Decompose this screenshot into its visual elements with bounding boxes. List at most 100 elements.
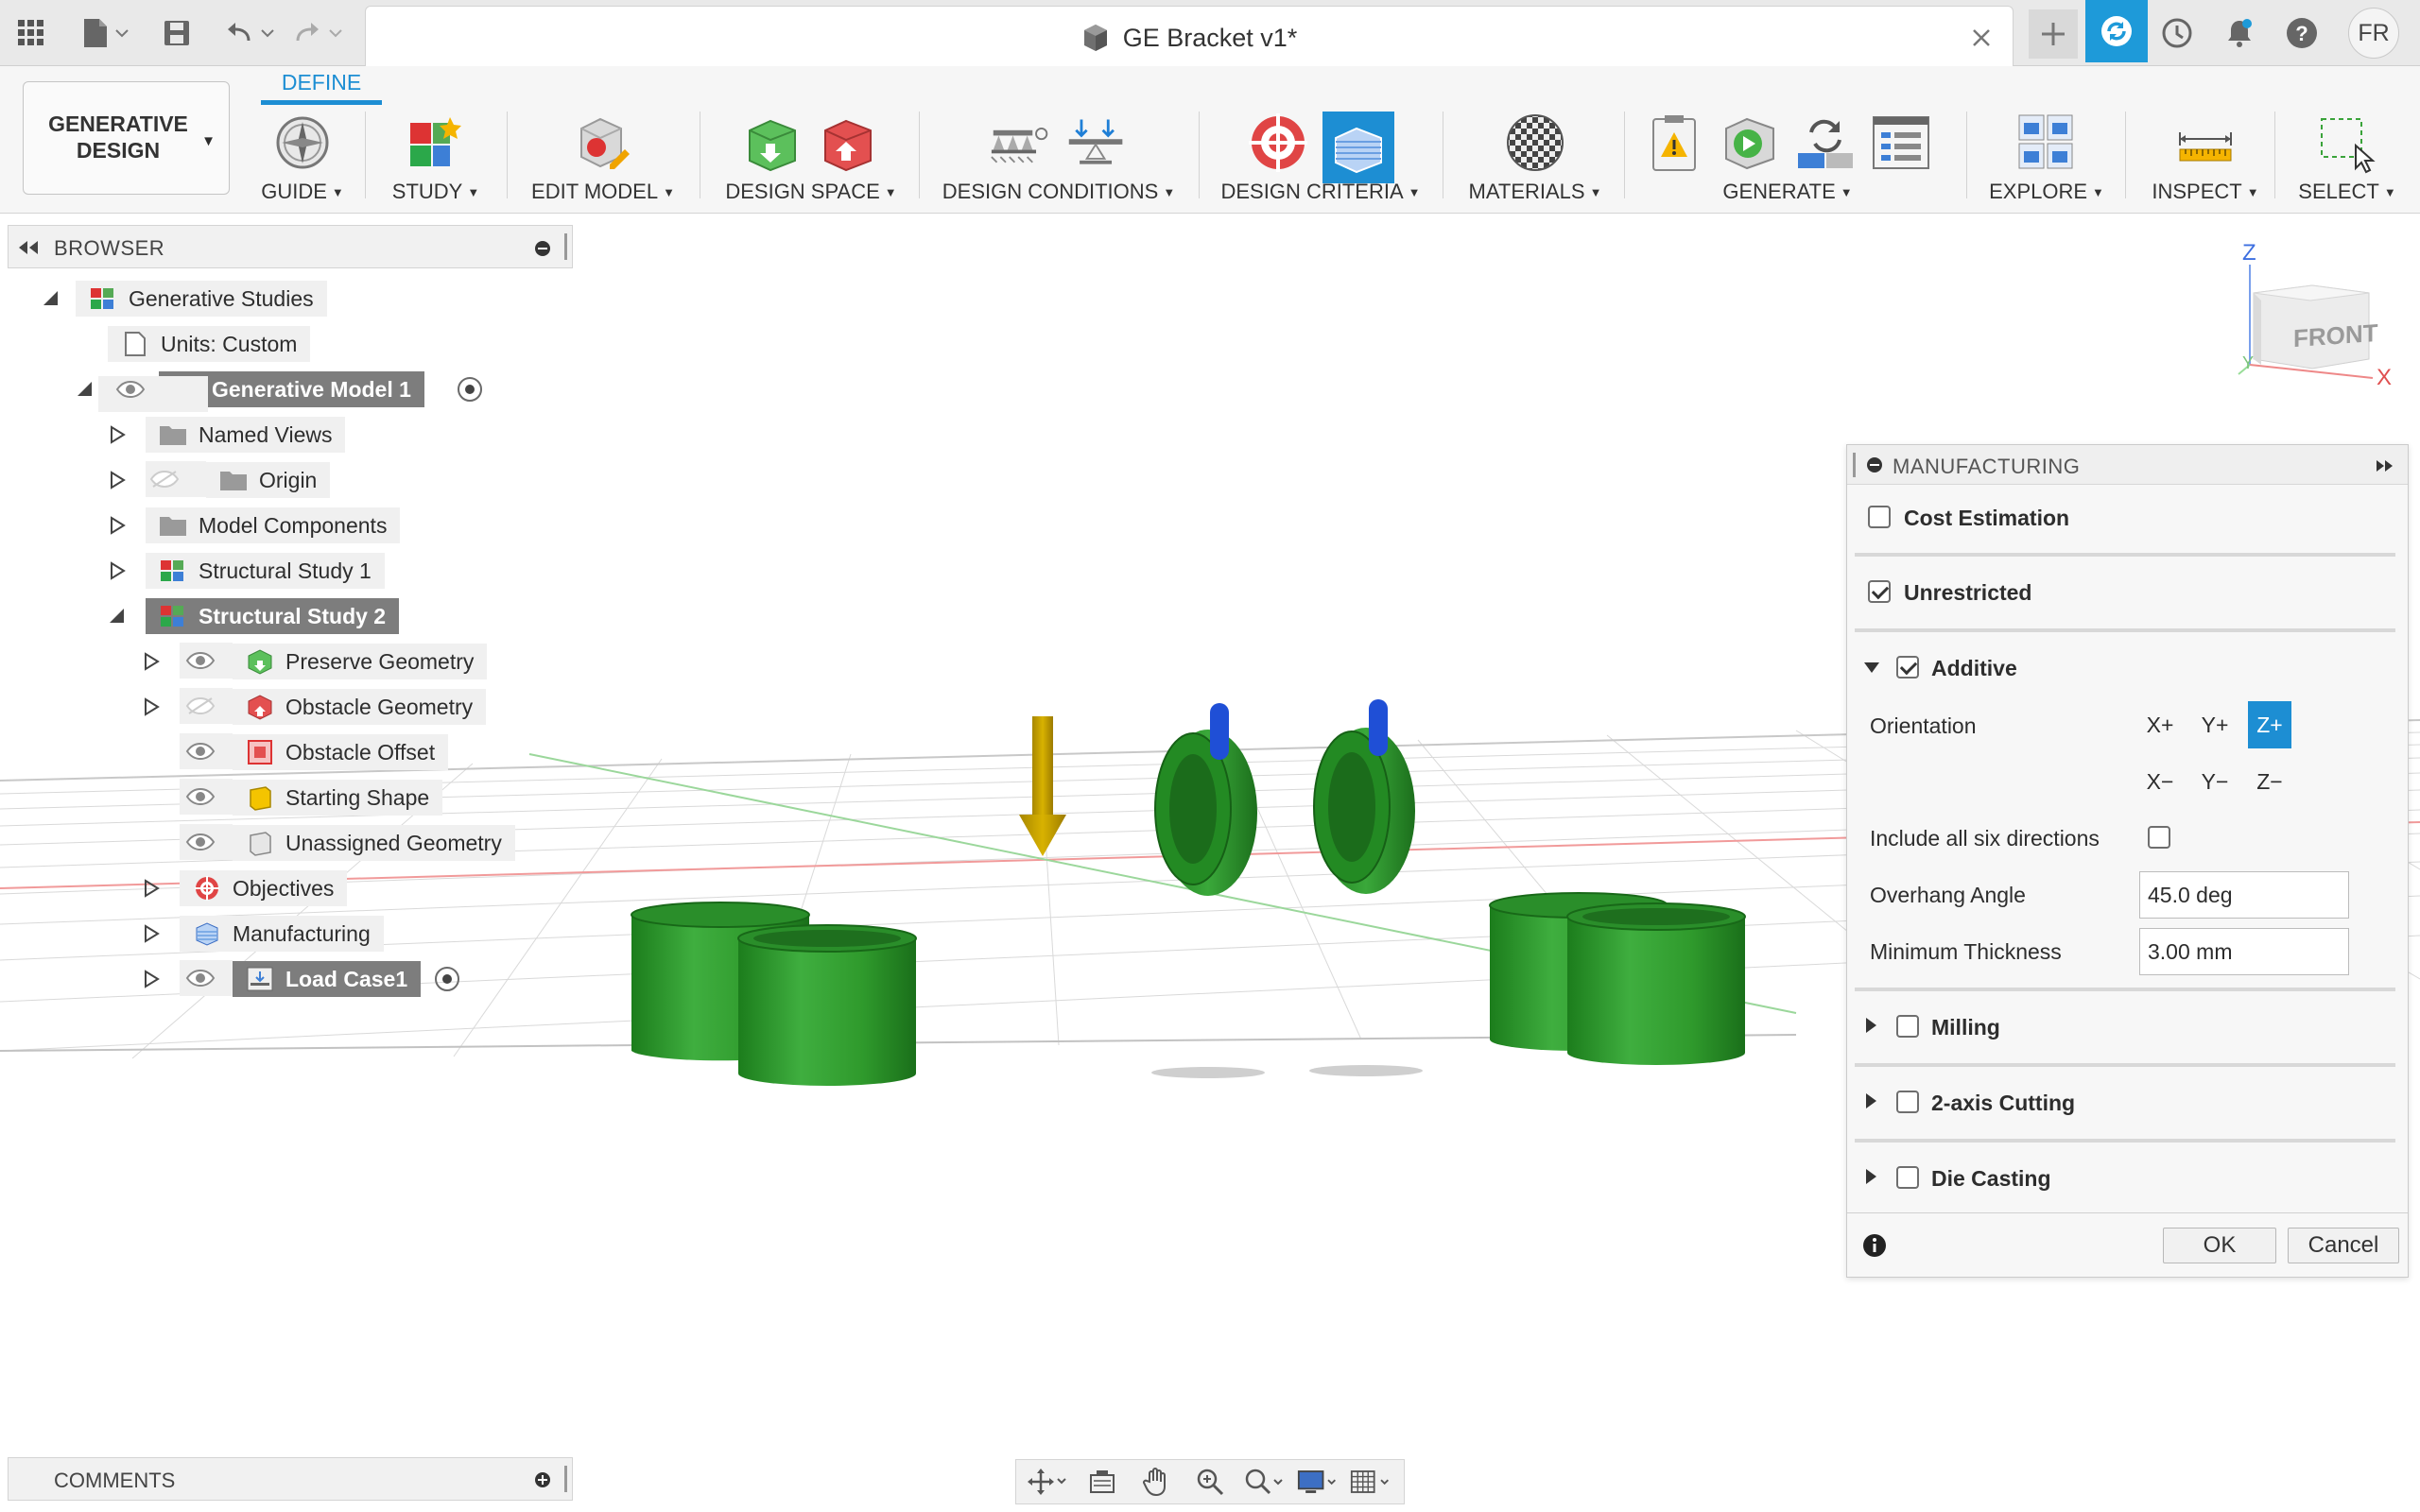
tab-define[interactable]: DEFINE bbox=[261, 66, 382, 104]
look-at-icon[interactable] bbox=[1081, 1463, 1123, 1501]
workspace-switcher-button[interactable]: GENERATIVE DESIGN ▼ bbox=[23, 81, 230, 195]
collapsed-triangle-icon[interactable] bbox=[108, 561, 127, 580]
hidden-eye-icon[interactable] bbox=[185, 696, 216, 715]
comments-panel-header[interactable]: COMMENTS bbox=[8, 1457, 573, 1501]
zoom-icon[interactable] bbox=[1189, 1463, 1231, 1501]
active-load-case-radio[interactable] bbox=[435, 967, 459, 991]
collapsed-triangle-icon[interactable] bbox=[108, 425, 127, 444]
display-settings-icon[interactable] bbox=[1297, 1463, 1339, 1501]
select-group[interactable]: SELECT ▼ bbox=[2286, 104, 2409, 214]
grid-settings-icon[interactable] bbox=[1350, 1463, 1392, 1501]
visibility-eye-icon[interactable] bbox=[185, 651, 216, 670]
orbit-icon[interactable] bbox=[1028, 1463, 1069, 1501]
collapsed-triangle-icon[interactable] bbox=[142, 697, 161, 716]
panel-grip-handle[interactable] bbox=[564, 233, 567, 260]
redo-icon[interactable] bbox=[287, 9, 354, 57]
collapsed-section-icon[interactable] bbox=[1866, 1093, 1876, 1108]
tree-item-preserve-geometry[interactable]: Preserve Geometry bbox=[142, 643, 488, 680]
collapsed-triangle-icon[interactable] bbox=[108, 471, 127, 490]
help-icon[interactable]: ? bbox=[2278, 9, 2325, 57]
design-space-group[interactable]: DESIGN SPACE ▼ bbox=[711, 104, 911, 214]
orientation-z-plus-button[interactable]: Z+ bbox=[2248, 701, 2291, 748]
minus-circle-icon[interactable] bbox=[534, 240, 551, 257]
collapsed-section-icon[interactable] bbox=[1866, 1169, 1876, 1184]
pan-hand-icon[interactable] bbox=[1135, 1463, 1177, 1501]
history-clock-icon[interactable] bbox=[2153, 9, 2201, 57]
orientation-x-minus-button[interactable]: X− bbox=[2138, 758, 2182, 805]
expand-panel-icon[interactable] bbox=[2375, 458, 2395, 473]
collapsed-triangle-icon[interactable] bbox=[142, 652, 161, 671]
cost-estimation-checkbox[interactable] bbox=[1868, 506, 1891, 528]
expanded-section-icon[interactable] bbox=[1864, 662, 1879, 673]
visibility-eye-icon[interactable] bbox=[115, 380, 146, 399]
plus-circle-icon[interactable] bbox=[534, 1471, 551, 1488]
die-casting-checkbox[interactable] bbox=[1896, 1166, 1919, 1189]
viewcube-front-face[interactable]: FRONT bbox=[2293, 318, 2378, 353]
visibility-eye-icon[interactable] bbox=[185, 969, 216, 988]
file-menu-icon[interactable] bbox=[72, 9, 138, 57]
collapsed-triangle-icon[interactable] bbox=[142, 879, 161, 898]
close-tab-icon[interactable] bbox=[1967, 24, 1996, 52]
collapsed-triangle-icon[interactable] bbox=[142, 970, 161, 988]
explore-group[interactable]: EXPLORE ▼ bbox=[1978, 104, 2116, 214]
unrestricted-checkbox[interactable] bbox=[1868, 580, 1891, 603]
overhang-angle-input[interactable]: 45.0 deg bbox=[2139, 871, 2349, 919]
panel-grip-handle[interactable] bbox=[1853, 453, 1856, 477]
minus-circle-icon[interactable] bbox=[1866, 456, 1883, 473]
new-tab-plus-icon[interactable] bbox=[2029, 9, 2078, 59]
undo-icon[interactable] bbox=[219, 9, 285, 57]
tree-item-obstacle-geometry[interactable]: Obstacle Geometry bbox=[142, 688, 487, 726]
additive-checkbox[interactable] bbox=[1896, 656, 1919, 679]
collapsed-section-icon[interactable] bbox=[1866, 1018, 1876, 1033]
visibility-eye-icon[interactable] bbox=[185, 787, 216, 806]
panel-grip-handle[interactable] bbox=[564, 1466, 567, 1492]
design-criteria-group[interactable]: DESIGN CRITERIA ▼ bbox=[1210, 104, 1431, 214]
orientation-z-minus-button[interactable]: Z− bbox=[2248, 758, 2291, 805]
viewcube[interactable]: FRONT Z X Y bbox=[2231, 240, 2411, 401]
user-avatar[interactable]: FR bbox=[2348, 8, 2399, 59]
tree-item-manufacturing[interactable]: Manufacturing bbox=[142, 915, 384, 953]
tree-item-obstacle-offset[interactable]: Obstacle Offset bbox=[142, 733, 449, 771]
minimum-thickness-input[interactable]: 3.00 mm bbox=[2139, 928, 2349, 975]
tree-item-starting-shape[interactable]: Starting Shape bbox=[142, 779, 443, 816]
save-icon[interactable] bbox=[153, 9, 200, 57]
guide-group[interactable]: GUIDE ▼ bbox=[250, 104, 355, 214]
orientation-y-minus-button[interactable]: Y− bbox=[2193, 758, 2237, 805]
cancel-button[interactable]: Cancel bbox=[2288, 1228, 2399, 1263]
info-icon[interactable] bbox=[1862, 1233, 1887, 1258]
milling-checkbox[interactable] bbox=[1896, 1015, 1919, 1038]
two-axis-cutting-checkbox[interactable] bbox=[1896, 1091, 1919, 1113]
collapsed-triangle-icon[interactable] bbox=[108, 516, 127, 535]
visibility-eye-icon[interactable] bbox=[185, 742, 216, 761]
manufacturing-dialog-header[interactable]: MANUFACTURING bbox=[1847, 445, 2408, 485]
tree-item-structural-study-2[interactable]: Structural Study 2 bbox=[108, 597, 400, 635]
fit-zoom-window-icon[interactable] bbox=[1243, 1463, 1285, 1501]
tree-item-named-views[interactable]: Named Views bbox=[108, 416, 346, 454]
active-model-radio[interactable] bbox=[458, 377, 482, 402]
ok-button[interactable]: OK bbox=[2163, 1228, 2276, 1263]
tree-item-units[interactable]: Units: Custom bbox=[108, 325, 311, 363]
study-group[interactable]: STUDY ▼ bbox=[374, 104, 497, 214]
tree-item-load-case[interactable]: Load Case1 bbox=[142, 960, 459, 998]
tree-item-objectives[interactable]: Objectives bbox=[142, 869, 348, 907]
design-conditions-group[interactable]: DESIGN CONDITIONS ▼ bbox=[930, 104, 1187, 214]
tree-item-generative-studies[interactable]: Generative Studies bbox=[42, 280, 327, 318]
edit-model-group[interactable]: EDIT MODEL ▼ bbox=[518, 104, 688, 214]
browser-panel-header[interactable]: BROWSER bbox=[8, 225, 573, 268]
orientation-x-plus-button[interactable]: X+ bbox=[2138, 701, 2182, 748]
tree-item-model-components[interactable]: Model Components bbox=[108, 507, 401, 544]
collapse-browser-icon[interactable] bbox=[16, 239, 41, 256]
app-grid-icon[interactable] bbox=[8, 9, 55, 57]
generate-group[interactable]: GENERATE ▼ bbox=[1635, 104, 1940, 214]
orientation-y-plus-button[interactable]: Y+ bbox=[2193, 701, 2237, 748]
visibility-eye-icon[interactable] bbox=[185, 833, 216, 851]
notifications-bell-icon[interactable] bbox=[2216, 9, 2263, 57]
expanded-triangle-icon[interactable] bbox=[76, 380, 95, 399]
tree-item-generative-model[interactable]: Generative Model 1 bbox=[76, 370, 482, 412]
tree-item-unassigned-geometry[interactable]: Unassigned Geometry bbox=[142, 824, 515, 862]
job-status-sync-icon[interactable] bbox=[2085, 0, 2148, 62]
expanded-triangle-icon[interactable] bbox=[42, 289, 60, 308]
collapsed-triangle-icon[interactable] bbox=[142, 924, 161, 943]
tree-item-origin[interactable]: Origin bbox=[108, 461, 331, 499]
expanded-triangle-icon[interactable] bbox=[108, 607, 127, 626]
